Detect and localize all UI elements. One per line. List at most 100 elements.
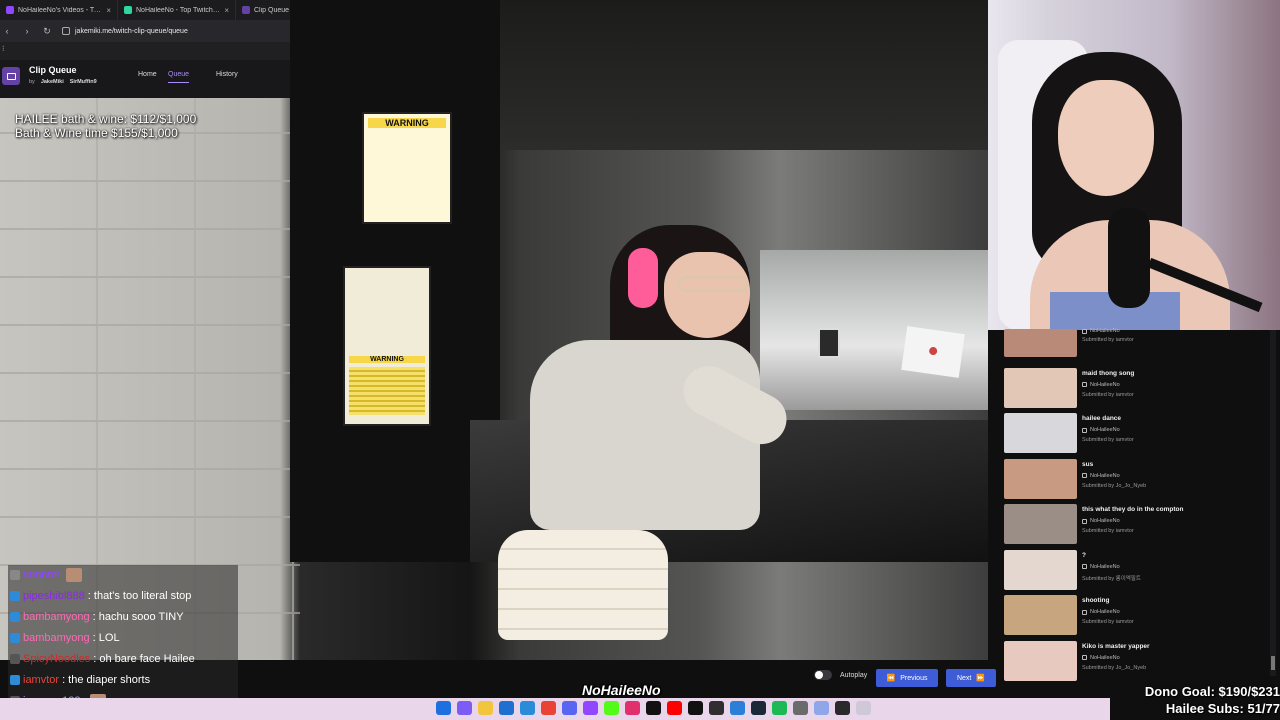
url-field[interactable]: jakemiki.me/twitch-clip-queue/queue [62, 27, 188, 35]
clip-channel: NoHaileeNo [1082, 328, 1120, 334]
clip-thumbnail[interactable] [1004, 595, 1077, 635]
chrome-icon[interactable] [541, 701, 556, 715]
edge-icon[interactable] [520, 701, 535, 715]
clip-thumbnail[interactable] [1004, 549, 1077, 590]
clip-submitter: Submitted by iamvtor [1082, 337, 1134, 343]
queue-scroll-thumb[interactable] [1271, 656, 1275, 670]
twitch-icon[interactable] [583, 701, 598, 715]
chat-username: iamvtor [23, 674, 60, 686]
outlook-icon[interactable] [499, 701, 514, 715]
stream-goals: Dono Goal: $190/$231 Hailee Subs: 51/77 [1110, 684, 1280, 716]
clip-thumbnail[interactable] [1004, 504, 1077, 544]
clip-thumbnail[interactable] [1004, 367, 1077, 408]
channel-icon [1082, 382, 1087, 387]
spotify-icon[interactable] [772, 701, 787, 715]
channel-icon [1082, 518, 1087, 524]
x-icon[interactable] [688, 701, 703, 715]
browser-tab[interactable]: NoHaileeNo's Videos - Twitch × [0, 0, 118, 20]
clip-thumbnail[interactable] [1004, 413, 1077, 453]
youtube-icon[interactable] [667, 701, 682, 715]
chat-text: : oh bare face Hailee [93, 653, 195, 665]
copilot-icon[interactable] [457, 701, 472, 715]
autoplay-control[interactable]: Autoplay [814, 670, 867, 680]
app-icon[interactable] [814, 701, 829, 715]
clip-submitter: Submitted by iamvtor [1082, 437, 1134, 443]
previous-button[interactable]: ⏪ Previous [876, 669, 938, 687]
tiktok-icon[interactable] [646, 701, 661, 715]
bookmark-folder-icon[interactable]: ⁝ [2, 44, 5, 53]
nav-queue[interactable]: Queue [168, 71, 190, 83]
next-button[interactable]: Next ⏩ [946, 669, 996, 687]
reload-icon[interactable]: ↻ [42, 26, 52, 37]
steam-icon[interactable] [751, 701, 766, 715]
settings-icon[interactable] [793, 701, 808, 715]
chat-text: : the diaper shorts [62, 674, 151, 686]
extra-icon[interactable] [856, 701, 871, 715]
clip-title: shooting [1082, 597, 1110, 604]
tab-favicon-icon [242, 6, 250, 14]
vscode-icon[interactable] [730, 701, 745, 715]
nav-home[interactable]: Home [138, 71, 157, 78]
chat-message: iamvtor: the diaper shorts [10, 670, 150, 690]
queue-item[interactable]: Kiko is master yapper NoHaileeNo Submitted… [1004, 640, 1264, 683]
tab-label: NoHaileeNo's Videos - Twitch [18, 6, 103, 14]
clip-channel: NoHaileeNo [1082, 427, 1120, 433]
chat-overlay: nnnnrm pipeshibl888: that's too literal s… [8, 565, 238, 713]
clip-thumbnail[interactable] [1004, 329, 1077, 357]
windows-icon[interactable] [436, 701, 451, 715]
microphone-icon [1108, 208, 1150, 308]
tab-favicon-icon [6, 6, 14, 14]
clip-submitter: Submitted by iamvtor [1082, 528, 1134, 534]
channel-watermark: NoHaileeNo [582, 682, 661, 698]
chat-message: bambamyong: hachu sooo TINY [10, 607, 184, 627]
queue-scrollbar[interactable] [1270, 330, 1276, 676]
nav-history[interactable]: History [216, 71, 238, 78]
clip-submitter: Submitted by 롱이엑필트 [1082, 575, 1141, 582]
chat-badge-icon [10, 612, 20, 622]
queue-item[interactable]: maid thong song NoHaileeNo Submitted by ia… [1004, 367, 1264, 410]
queue-item[interactable]: NoHaileeNo Submitted by iamvtor [1004, 328, 1264, 371]
clip-submitter: Submitted by iamvtor [1082, 619, 1134, 625]
clip-channel: NoHaileeNo [1082, 382, 1120, 388]
queue-item[interactable]: sus NoHaileeNo Submitted by Jo_Jo_Nyeb [1004, 458, 1264, 501]
clip-thumbnail[interactable] [1004, 458, 1077, 499]
clip-queue-logo-icon[interactable] [2, 67, 20, 85]
chat-emote-icon [66, 568, 83, 582]
clip-channel: NoHaileeNo [1082, 518, 1120, 524]
warning-sign: WARNING [362, 112, 452, 224]
ear-protection [628, 248, 658, 308]
xbox-icon[interactable] [835, 701, 850, 715]
clip-thumbnail[interactable] [1004, 640, 1077, 681]
clip-title: hailee dance [1082, 415, 1122, 422]
clip-title: Kiko is master yapper [1082, 642, 1150, 650]
person-top [530, 340, 760, 530]
kick-icon[interactable] [604, 701, 619, 715]
url-text[interactable]: jakemiki.me/twitch-clip-queue/queue [75, 28, 188, 35]
range-ceiling [460, 0, 988, 150]
folder-icon[interactable] [478, 701, 493, 715]
clip-title: maid thong song [1082, 369, 1135, 377]
discord-icon[interactable] [562, 701, 577, 715]
queue-item[interactable]: shooting NoHaileeNo Submitted by iamvtor [1004, 595, 1264, 637]
channel-icon [1082, 473, 1087, 478]
person-face [664, 252, 750, 338]
back-icon[interactable]: ‹ [2, 26, 12, 36]
donation-line-2: Bath & Wine time $155/$1,000 [15, 126, 178, 140]
instagram-icon[interactable] [625, 701, 640, 715]
chat-message: bambamyong: LOL [10, 628, 120, 648]
shooting-lane [760, 250, 988, 410]
author-jakemiki[interactable]: JakeMiki [41, 79, 64, 85]
queue-item[interactable]: this what they do in the compton NoHailee… [1004, 504, 1264, 546]
dono-goal: Dono Goal: $190/$231 [1144, 684, 1280, 699]
autoplay-toggle[interactable] [814, 670, 832, 680]
author-sirmuffin9[interactable]: SirMuffin9 [70, 79, 97, 85]
queue-item[interactable]: hailee dance NoHaileeNo Submitted by iamvt… [1004, 413, 1264, 455]
tab-close-icon[interactable]: × [224, 6, 229, 15]
queue-item[interactable]: ? NoHaileeNo Submitted by 롱이엑필트 [1004, 549, 1264, 592]
forward-icon[interactable]: › [22, 26, 32, 36]
site-info-icon[interactable] [62, 27, 70, 35]
obs-icon[interactable] [709, 701, 724, 715]
tab-close-icon[interactable]: × [106, 6, 111, 15]
clip-channel: NoHaileeNo [1082, 473, 1120, 479]
browser-tab[interactable]: NoHaileeNo - Top Twitch Clips × [118, 0, 236, 20]
